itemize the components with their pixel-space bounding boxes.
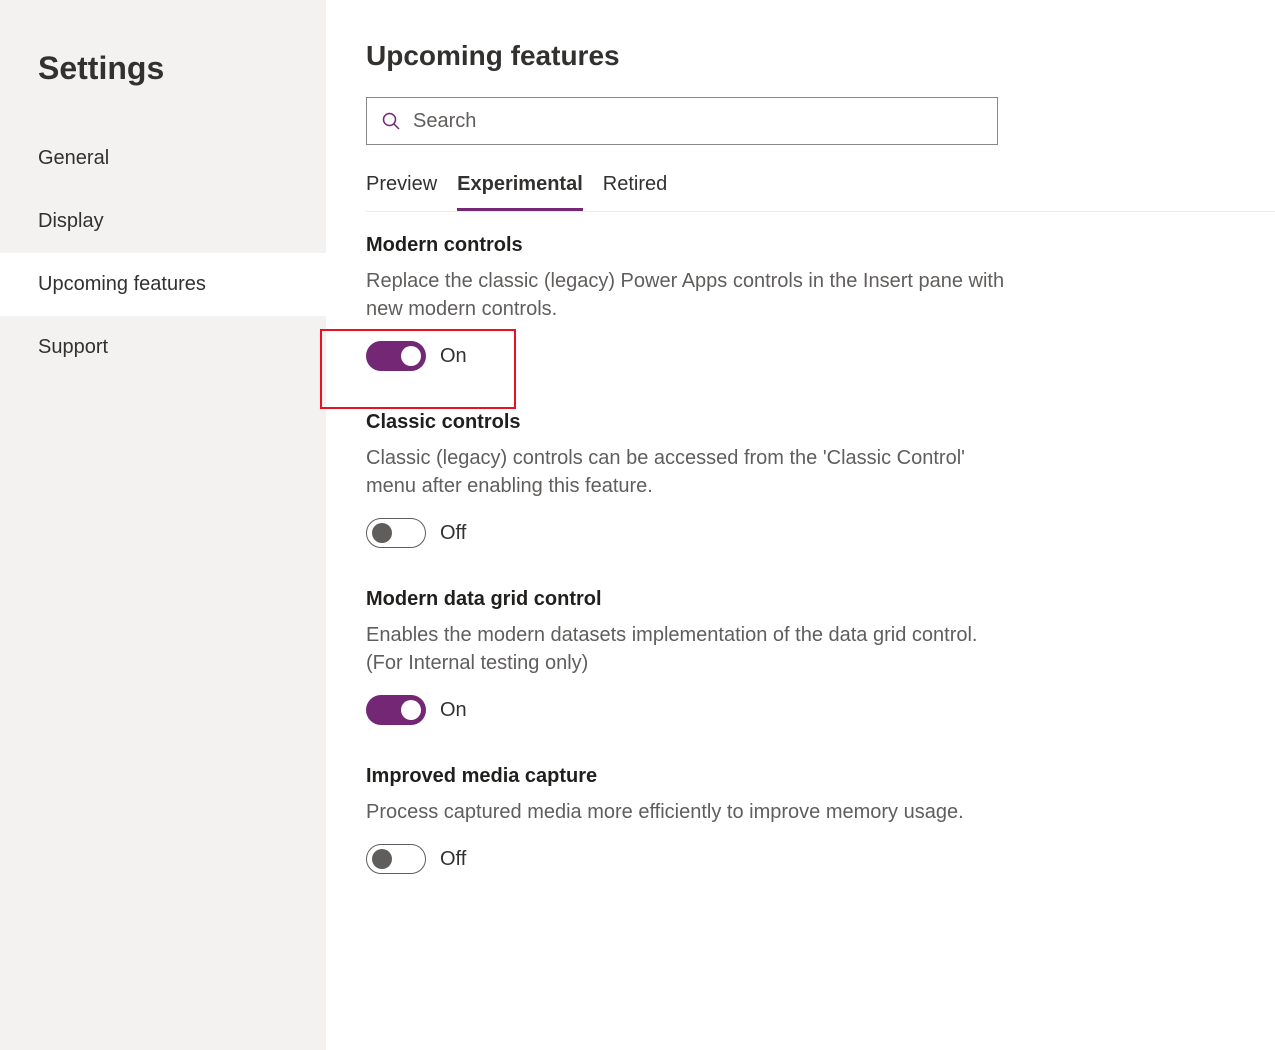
tabs: Preview Experimental Retired	[366, 173, 1275, 212]
main-content: Upcoming features Preview Experimental R…	[326, 0, 1275, 1050]
feature-description: Enables the modern datasets implementati…	[366, 621, 1006, 677]
toggle-modern-data-grid[interactable]	[366, 695, 426, 725]
toggle-row: On	[366, 695, 1006, 725]
toggle-state-label: Off	[440, 522, 466, 545]
tab-experimental[interactable]: Experimental	[457, 173, 583, 211]
toggle-knob	[372, 849, 392, 869]
toggle-modern-controls[interactable]	[366, 341, 426, 371]
page-title: Upcoming features	[366, 40, 1275, 72]
search-box[interactable]	[366, 97, 998, 145]
toggle-classic-controls[interactable]	[366, 518, 426, 548]
feature-title: Improved media capture	[366, 765, 1006, 788]
feature-modern-controls: Modern controls Replace the classic (leg…	[366, 234, 1006, 371]
sidebar-item-display[interactable]: Display	[0, 190, 326, 253]
sidebar-item-upcoming-features[interactable]: Upcoming features	[0, 253, 326, 316]
feature-improved-media-capture: Improved media capture Process captured …	[366, 765, 1006, 874]
feature-description: Process captured media more efficiently …	[366, 798, 1006, 826]
feature-description: Replace the classic (legacy) Power Apps …	[366, 267, 1006, 323]
feature-title: Modern controls	[366, 234, 1006, 257]
toggle-knob	[401, 700, 421, 720]
toggle-knob	[401, 346, 421, 366]
toggle-improved-media-capture[interactable]	[366, 844, 426, 874]
feature-title: Modern data grid control	[366, 588, 1006, 611]
feature-modern-data-grid: Modern data grid control Enables the mod…	[366, 588, 1006, 725]
search-icon	[381, 111, 401, 131]
toggle-row: Off	[366, 844, 1006, 874]
toggle-row: On	[366, 341, 1006, 371]
toggle-state-label: Off	[440, 848, 466, 871]
tab-preview[interactable]: Preview	[366, 173, 437, 211]
sidebar-item-general[interactable]: General	[0, 127, 326, 190]
feature-classic-controls: Classic controls Classic (legacy) contro…	[366, 411, 1006, 548]
toggle-row: Off	[366, 518, 1006, 548]
sidebar-item-support[interactable]: Support	[0, 316, 326, 379]
search-input[interactable]	[413, 110, 983, 133]
feature-description: Classic (legacy) controls can be accesse…	[366, 444, 1006, 500]
sidebar-title: Settings	[0, 50, 326, 127]
feature-title: Classic controls	[366, 411, 1006, 434]
toggle-state-label: On	[440, 345, 467, 368]
sidebar: Settings General Display Upcoming featur…	[0, 0, 326, 1050]
toggle-knob	[372, 523, 392, 543]
tab-retired[interactable]: Retired	[603, 173, 667, 211]
toggle-state-label: On	[440, 699, 467, 722]
